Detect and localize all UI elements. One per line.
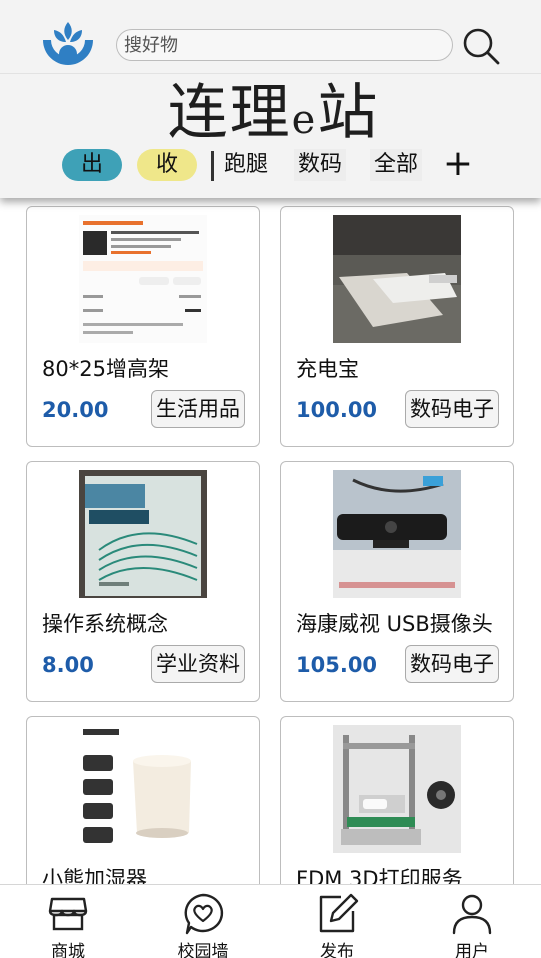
product-price: 100.00 (296, 398, 378, 422)
search-box[interactable] (116, 29, 453, 61)
heart-chat-icon (184, 893, 224, 935)
product-card[interactable]: 充电宝 100.00 数码电子 (280, 206, 514, 447)
top-header: 连理e站 出 收 跑腿 数码 全部 + (0, 0, 541, 198)
add-category-button[interactable]: + (440, 146, 476, 182)
product-card[interactable]: 80*25增高架 20.00 生活用品 (26, 206, 260, 447)
app-logo-icon (43, 22, 93, 65)
nav-label: 发布 (320, 942, 354, 958)
bottom-navigation: 商城 校园墙 发布 用户 (0, 884, 541, 958)
power-bank-image (333, 215, 461, 343)
category-digital[interactable]: 数码 (294, 149, 346, 181)
product-category-tag[interactable]: 数码电子 (405, 645, 499, 683)
product-card[interactable]: FDM 3D打印服务 (280, 716, 514, 884)
product-price: 20.00 (42, 398, 109, 422)
header-divider (0, 73, 541, 74)
edit-icon (319, 893, 359, 933)
product-title: 操作系统概念 (42, 612, 168, 636)
product-card[interactable]: 小熊加湿器 (26, 716, 260, 884)
webcam-image (333, 470, 461, 598)
search-icon[interactable] (461, 26, 501, 66)
filter-row: 出 收 跑腿 数码 全部 + (0, 146, 541, 185)
category-all[interactable]: 全部 (370, 149, 422, 181)
filter-separator (211, 151, 214, 181)
brand-main-text: 连理 (167, 78, 292, 148)
product-category-tag[interactable]: 学业资料 (151, 645, 245, 683)
nav-label: 商城 (51, 942, 85, 958)
product-title: 海康威视 USB摄像头 (296, 612, 493, 636)
product-card[interactable]: 海康威视 USB摄像头 105.00 数码电子 (280, 461, 514, 702)
product-title: 80*25增高架 (42, 357, 169, 381)
filter-in-button[interactable]: 收 (137, 149, 197, 181)
nav-label: 校园墙 (177, 942, 229, 958)
product-price: 8.00 (42, 653, 94, 677)
search-input[interactable] (117, 30, 452, 60)
product-category-tag[interactable]: 生活用品 (151, 390, 245, 428)
nav-item-store[interactable]: 商城 (23, 885, 113, 958)
3d-printer-image (333, 725, 461, 853)
brand-e-text: e (291, 97, 318, 143)
nav-item-user[interactable]: 用户 (427, 885, 517, 958)
filter-out-button[interactable]: 出 (62, 149, 122, 181)
product-title: 充电宝 (296, 357, 359, 381)
humidifier-image (79, 725, 207, 853)
nav-label: 用户 (455, 942, 489, 958)
store-icon (48, 897, 88, 931)
product-title: FDM 3D打印服务 (296, 867, 463, 884)
category-errand[interactable]: 跑腿 (220, 149, 272, 181)
product-price: 105.00 (296, 653, 378, 677)
brand-tail-text: 站 (317, 78, 380, 148)
user-icon (452, 894, 492, 935)
book-image (79, 470, 207, 598)
product-grid: 80*25增高架 20.00 生活用品 充电宝 100.00 数码电子 操作系统… (0, 198, 541, 884)
product-title: 小熊加湿器 (42, 867, 147, 884)
nav-item-publish[interactable]: 发布 (292, 885, 382, 958)
screenshot-image (79, 215, 207, 343)
product-card[interactable]: 操作系统概念 8.00 学业资料 (26, 461, 260, 702)
product-category-tag[interactable]: 数码电子 (405, 390, 499, 428)
nav-item-campus-wall[interactable]: 校园墙 (158, 885, 248, 958)
